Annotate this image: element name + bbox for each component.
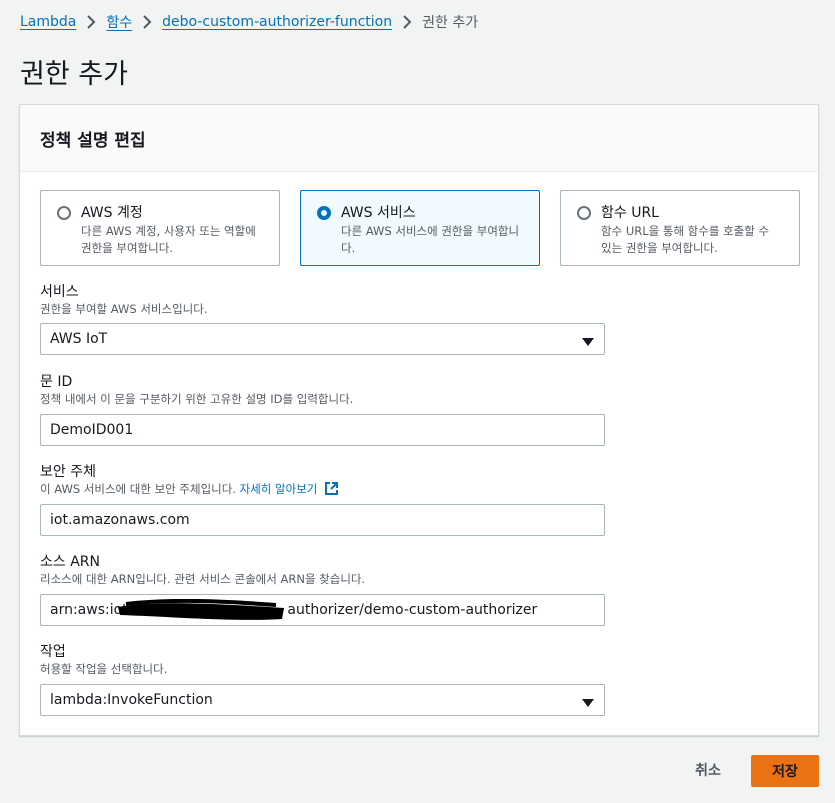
tile-function-url[interactable]: 함수 URL 함수 URL을 통해 함수를 호출할 수 있는 권한을 부여합니다… — [560, 190, 800, 266]
tile-desc: 함수 URL을 통해 함수를 호출할 수 — [601, 224, 770, 238]
chevron-right-icon — [396, 15, 418, 29]
chevron-right-icon — [136, 15, 158, 29]
statement-id-label: 문 ID — [40, 374, 73, 390]
statement-id-input[interactable]: DemoID001 — [40, 414, 605, 446]
principal-input[interactable]: iot.amazonaws.com — [40, 504, 605, 536]
action-field: 작업 허용할 작업을 선택합니다. lambda:InvokeFunction — [40, 643, 605, 716]
service-desc: 권한을 부여할 AWS 서비스입니다. — [40, 302, 208, 316]
breadcrumb-function-name[interactable]: debo-custom-authorizer-function — [162, 14, 392, 30]
breadcrumb-lambda[interactable]: Lambda — [20, 14, 76, 30]
source-arn-suffix: authorizer/demo-custom-authorizer — [287, 602, 538, 618]
principal-desc: 이 AWS 서비스에 대한 보안 주체입니다. 자세히 알아보기 — [40, 481, 338, 499]
panel-title: 정책 설명 편집 — [20, 105, 818, 172]
statement-id-desc: 정책 내에서 이 문을 구분하기 위한 고유한 설명 ID를 입력합니다. — [40, 392, 354, 406]
statement-id-value: DemoID001 — [50, 422, 134, 438]
tile-title: AWS 서비스 — [341, 205, 416, 221]
tile-aws-account[interactable]: AWS 계정 다른 AWS 계정, 사용자 또는 역할에 권한을 부여합니다. — [40, 190, 280, 266]
principal-field: 보안 주체 이 AWS 서비스에 대한 보안 주체입니다. 자세히 알아보기 i… — [40, 463, 605, 536]
source-arn-label: 소스 ARN — [40, 554, 100, 570]
action-label: 작업 — [40, 644, 66, 660]
source-arn-field: 소스 ARN 리소스에 대한 ARN입니다. 관련 서비스 콘솔에서 ARN을 … — [40, 553, 605, 626]
service-label: 서비스 — [40, 284, 79, 300]
source-arn-input[interactable]: arn:aws:iot: authorizer/demo-custom-auth… — [40, 594, 605, 626]
principal-desc-text: 이 AWS 서비스에 대한 보안 주체입니다. — [40, 482, 236, 496]
principal-type-tiles: AWS 계정 다른 AWS 계정, 사용자 또는 역할에 권한을 부여합니다. … — [40, 190, 800, 266]
service-select[interactable]: AWS IoT — [40, 323, 605, 355]
breadcrumb-functions[interactable]: 함수 — [106, 12, 132, 32]
principal-label: 보안 주체 — [40, 464, 96, 480]
chevron-right-icon — [80, 15, 102, 29]
tile-title: AWS 계정 — [81, 205, 143, 221]
action-desc: 허용할 작업을 선택합니다. — [40, 662, 168, 676]
cancel-button[interactable]: 취소 — [680, 754, 736, 786]
source-arn-desc: 리소스에 대한 ARN입니다. 관련 서비스 콘솔에서 ARN을 찾습니다. — [40, 572, 366, 586]
save-button[interactable]: 저장 — [751, 755, 819, 787]
tile-desc: 있는 권한을 부여합니다. — [601, 241, 718, 255]
tile-desc: 다른 AWS 서비스에 권한을 부여합니 — [341, 224, 520, 238]
tile-aws-service[interactable]: AWS 서비스 다른 AWS 서비스에 권한을 부여합니 다. — [300, 190, 540, 266]
redaction-scribble — [118, 599, 284, 620]
caret-down-icon — [582, 696, 594, 712]
policy-statement-panel: 정책 설명 편집 AWS 계정 다른 AWS 계정, 사용자 또는 역할에 권한… — [19, 104, 819, 736]
principal-value: iot.amazonaws.com — [50, 512, 190, 528]
caret-down-icon — [582, 335, 594, 351]
breadcrumb-current: 권한 추가 — [422, 15, 479, 31]
breadcrumb: Lambda 함수 debo-custom-authorizer-functio… — [20, 12, 478, 32]
learn-more-link[interactable]: 자세히 알아보기 — [240, 482, 318, 496]
tile-desc: 권한을 부여합니다. — [81, 241, 173, 255]
page-title: 권한 추가 — [20, 59, 128, 90]
radio-aws-service[interactable] — [317, 206, 331, 220]
tile-title: 함수 URL — [601, 205, 659, 221]
tile-desc: 다른 AWS 계정, 사용자 또는 역할에 — [81, 224, 256, 238]
tile-desc: 다. — [341, 241, 356, 255]
statement-id-field: 문 ID 정책 내에서 이 문을 구분하기 위한 고유한 설명 ID를 입력합니… — [40, 373, 605, 446]
service-value: AWS IoT — [50, 331, 108, 347]
action-select[interactable]: lambda:InvokeFunction — [40, 684, 605, 716]
radio-aws-account[interactable] — [57, 206, 71, 220]
action-value: lambda:InvokeFunction — [50, 692, 213, 708]
radio-function-url[interactable] — [577, 206, 591, 220]
external-link-icon[interactable] — [325, 482, 338, 499]
service-field: 서비스 권한을 부여할 AWS 서비스입니다. AWS IoT — [40, 283, 605, 355]
